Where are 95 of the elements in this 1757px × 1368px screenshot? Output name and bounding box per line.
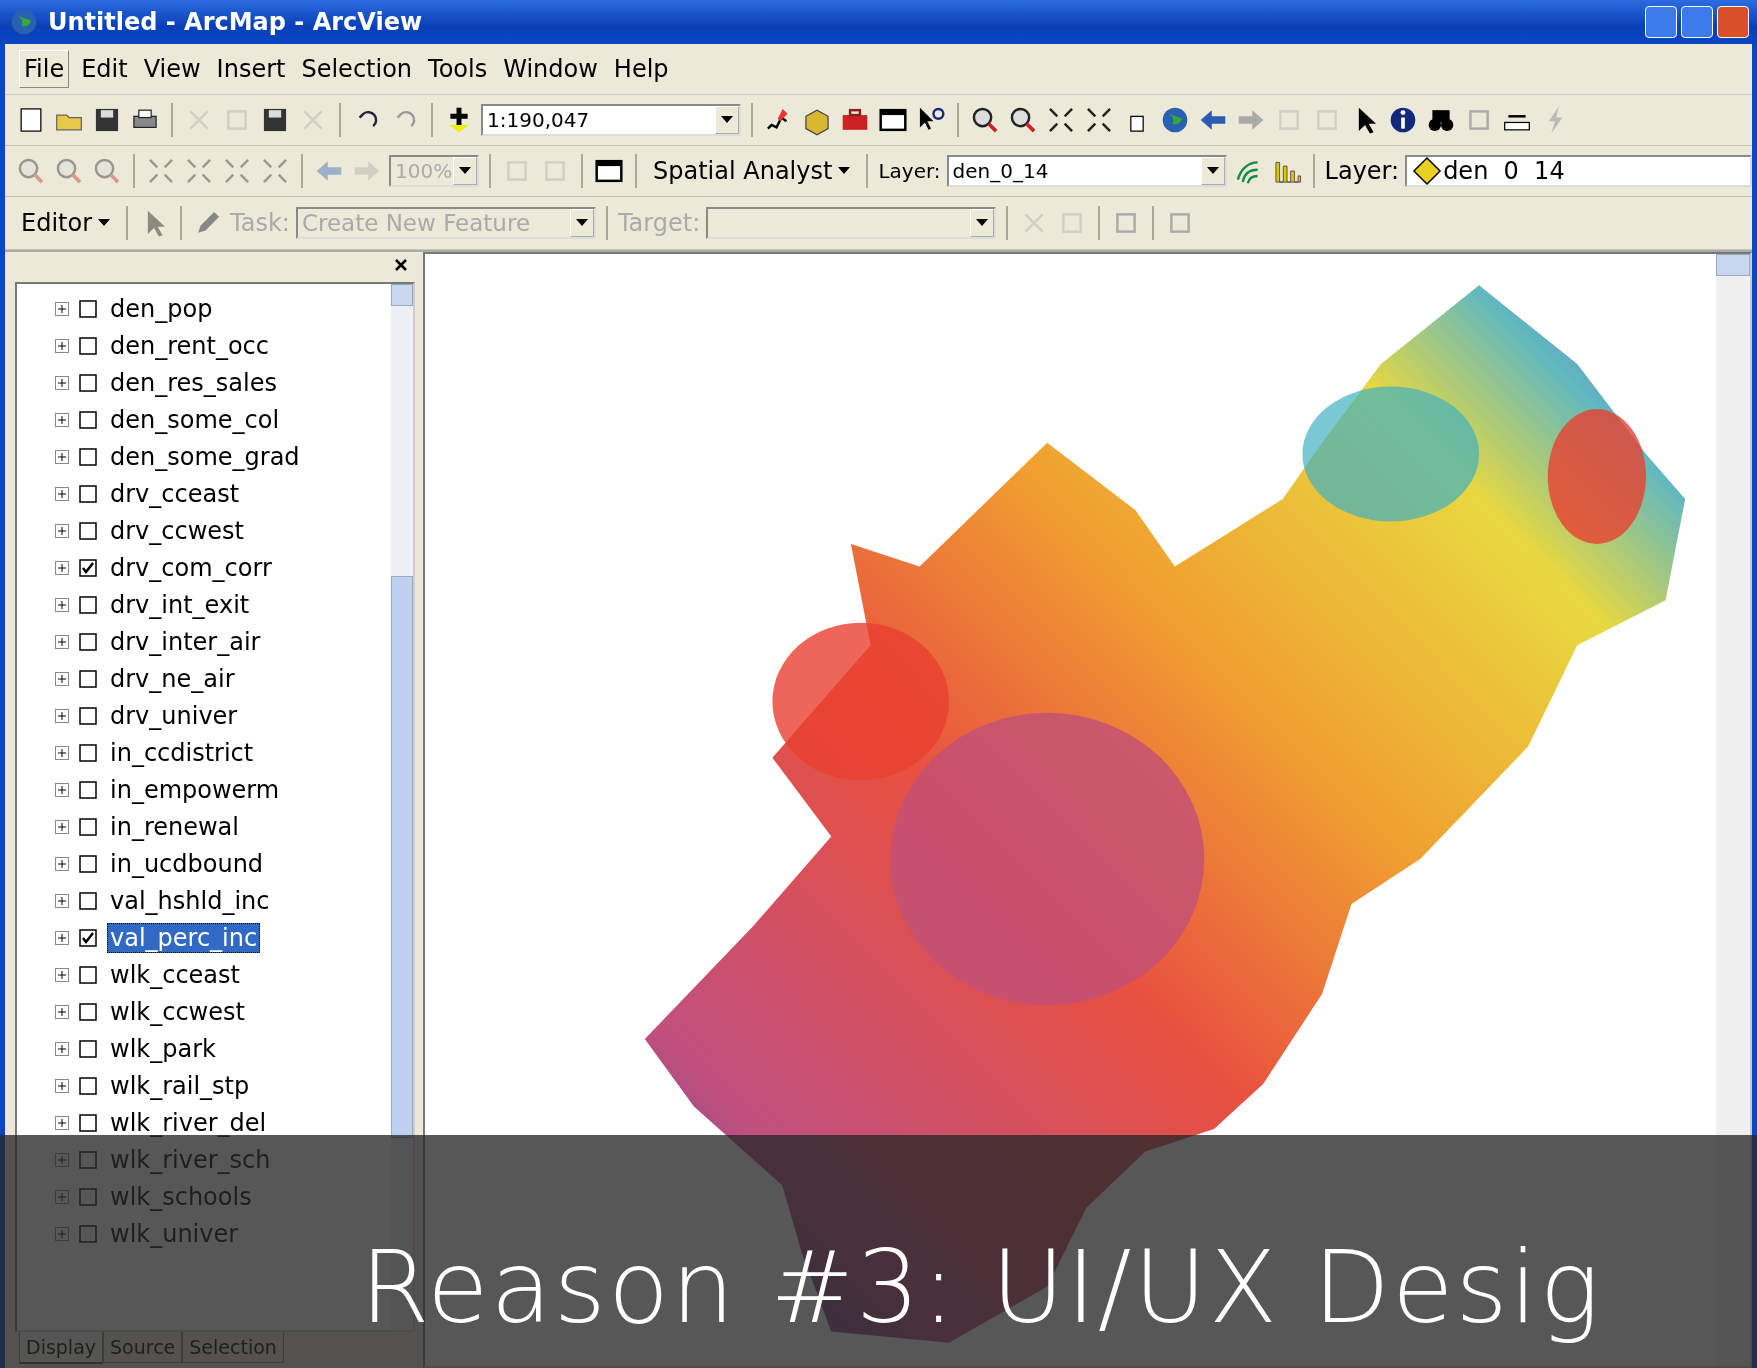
expand-icon[interactable] [55,449,69,464]
minimize-button[interactable] [1645,6,1677,38]
expand-icon[interactable] [55,745,69,760]
layer-name[interactable]: in_empowerm [107,774,283,805]
layer-checkbox[interactable] [79,706,97,725]
layer-checkbox[interactable] [79,854,97,873]
layer-name[interactable]: den_res_sales [107,367,280,398]
layer-checkbox[interactable] [79,521,97,540]
layer-name[interactable]: den_rent_occ [107,330,272,361]
layer-name[interactable]: drv_cceast [107,478,243,509]
layer-dropdown[interactable]: den_0_14 [946,155,1227,187]
expand-icon[interactable] [55,708,69,723]
caret-icon[interactable] [838,167,851,175]
layer-name[interactable]: drv_ccwest [107,515,247,546]
layer-name[interactable]: in_ucdbound [107,848,267,879]
layer-checkbox[interactable] [79,632,97,651]
layer-name[interactable]: den_some_grad [107,441,303,472]
caption-text: Reason #3: UI/UX Desig [360,1238,1602,1348]
layer-checkbox[interactable] [79,336,97,355]
editor-menu[interactable]: Editor [15,209,117,237]
expand-icon[interactable] [55,893,69,908]
expand-icon[interactable] [55,375,69,390]
layer-name[interactable]: drv_com_corr [107,552,275,583]
menu-item[interactable]: Window [499,51,602,87]
layer-checkbox[interactable] [79,1076,97,1095]
layer-checkbox[interactable] [79,669,97,688]
layer-checkbox[interactable] [79,373,97,392]
expand-icon[interactable] [55,930,69,945]
menu-item[interactable]: Edit [77,51,132,87]
expand-icon[interactable] [55,560,69,575]
layer-name[interactable]: wlk_river_del [107,1107,270,1138]
layer-checkbox[interactable] [79,595,97,614]
target-label: Target: [617,209,701,237]
expand-icon[interactable] [55,856,69,871]
layer-name[interactable]: wlk_park [107,1033,219,1064]
layer-checkbox[interactable] [79,817,97,836]
expand-icon[interactable] [55,671,69,686]
expand-icon[interactable] [55,967,69,982]
menu-item[interactable]: Insert [212,51,290,87]
task-label: Task: [230,209,290,237]
expand-icon[interactable] [55,523,69,538]
expand-icon[interactable] [55,1041,69,1056]
menu-item[interactable]: Selection [297,51,417,87]
layer-checkbox[interactable] [79,743,97,762]
layer-checkbox[interactable] [79,299,97,318]
layer-name[interactable]: val_hshld_inc [107,885,273,916]
layer-name[interactable]: den_pop [107,293,216,324]
maximize-button[interactable] [1681,6,1713,38]
expand-icon[interactable] [55,1004,69,1019]
layer-name[interactable]: in_renewal [107,811,242,842]
close-button[interactable] [1717,6,1749,38]
expand-icon[interactable] [55,338,69,353]
layer-checkbox[interactable] [79,447,97,466]
layer-name[interactable]: wlk_cceast [107,959,243,990]
layer-name[interactable]: drv_ne_air [107,663,238,694]
expand-icon[interactable] [55,301,69,316]
layer-label: Layer: [878,159,941,183]
expand-icon[interactable] [55,634,69,649]
menu-item[interactable]: Help [609,51,673,87]
layer-checkbox[interactable] [79,780,97,799]
caret-icon[interactable] [98,219,111,227]
layer-checkbox[interactable] [79,1113,97,1132]
layer-name[interactable]: in_ccdistrict [107,737,257,768]
layer-checkbox[interactable] [79,891,97,910]
expand-icon[interactable] [55,412,69,427]
expand-icon[interactable] [55,1115,69,1130]
layer-name[interactable]: val_perc_inc [107,922,261,953]
layer-checkbox[interactable] [79,965,97,984]
layer-checkbox[interactable] [79,1039,97,1058]
layer-name[interactable]: drv_univer [107,700,241,731]
layer-label: Layer: [1324,157,1400,185]
layer-name[interactable]: den_some_col [107,404,283,435]
expand-icon[interactable] [55,597,69,612]
layer-checkbox[interactable] [79,484,97,503]
expand-icon[interactable] [55,1078,69,1093]
menu-item[interactable]: File [19,50,70,88]
expand-icon[interactable] [55,486,69,501]
menu-item[interactable]: View [139,51,205,87]
close-icon[interactable] [393,257,409,273]
layer-checkbox[interactable] [79,558,97,577]
menu-item[interactable]: Tools [424,51,492,87]
layer-name[interactable]: drv_int_exit [107,589,253,620]
layer-checkbox[interactable] [79,1002,97,1021]
raster-layer-icon [1411,155,1444,187]
spatial-analyst-menu[interactable]: Spatial Analyst [647,157,857,185]
layer-name[interactable]: drv_inter_air [107,626,264,657]
layer-checkbox[interactable] [79,410,97,429]
layer-checkbox[interactable] [79,928,97,947]
scale-field[interactable]: 1:190,047 [481,104,741,136]
expand-icon[interactable] [55,782,69,797]
layer-name[interactable]: wlk_ccwest [107,996,248,1027]
expand-icon[interactable] [55,819,69,834]
layer-name[interactable]: wlk_rail_stp [107,1070,253,1101]
window-title: Untitled - ArcMap - ArcView [48,8,423,36]
layer-field[interactable]: den 0 14 [1405,155,1752,187]
